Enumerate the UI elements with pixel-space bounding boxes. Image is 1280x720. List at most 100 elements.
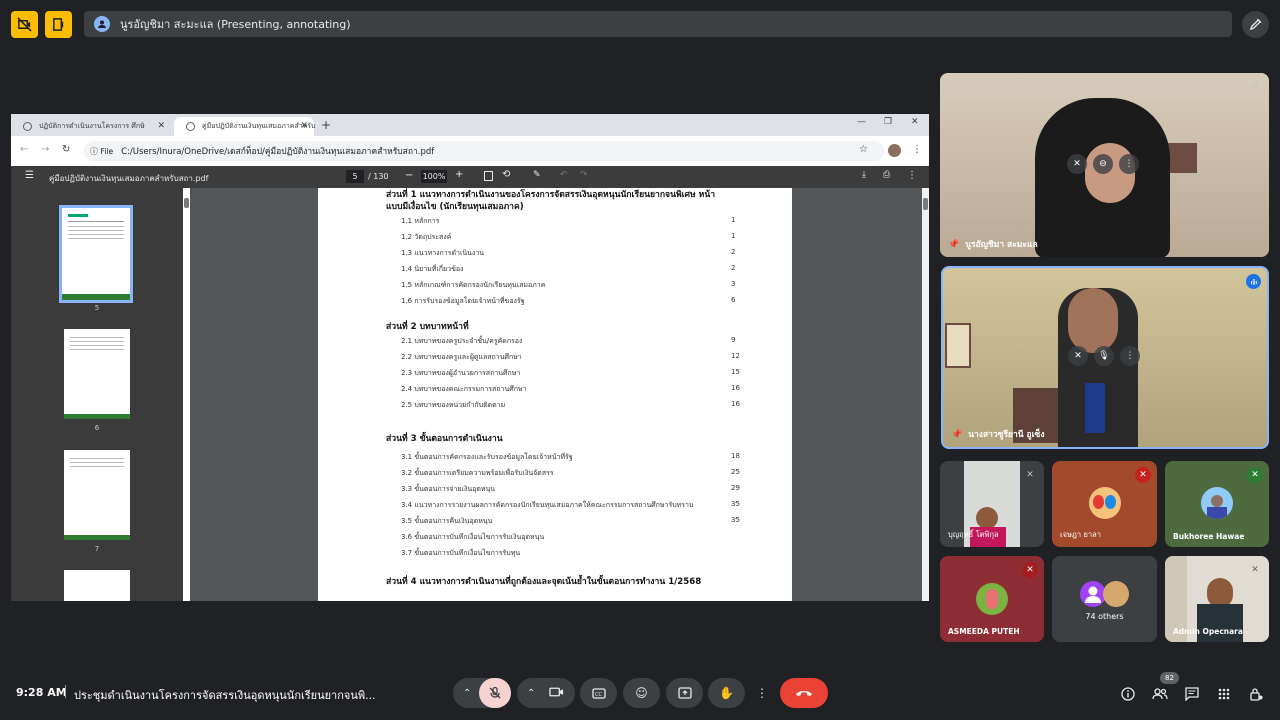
redo-icon[interactable]: ↷	[580, 170, 588, 180]
activities-button[interactable]	[1214, 684, 1234, 704]
annotate-button[interactable]	[1242, 11, 1269, 38]
speaker-video-tile[interactable]: ✕ 🎙 ⋮ 📌 นางสาวซูรียานี อูเซ็ง	[941, 266, 1269, 449]
people-button[interactable]	[1150, 684, 1170, 704]
toc-row: 1.2 วัตถุประสงค์ 1	[401, 232, 736, 241]
download-icon[interactable]: ⤓	[862, 170, 866, 180]
thumbnail-page-8[interactable]	[64, 570, 130, 601]
profile-avatar[interactable]	[888, 144, 901, 157]
mic-icon[interactable]: 🎙	[1094, 346, 1114, 366]
participant-tile[interactable]: ✕ Bukhoree Hawae	[1165, 461, 1269, 547]
reload-icon[interactable]: ↻	[62, 144, 70, 155]
toc-row: 1.6 การรับรองข้อมูลโดยเจ้าหน้าที่ของรัฐ 6	[401, 296, 736, 305]
svg-text:CC: CC	[595, 692, 602, 698]
mic-off-icon: ✕	[1135, 467, 1151, 483]
divider	[65, 685, 66, 698]
restore-icon[interactable]: ❐	[884, 117, 892, 127]
camera-toggle-button[interactable]	[549, 686, 564, 701]
mic-off-icon: ✕	[1022, 562, 1038, 578]
video-off-icon	[17, 17, 32, 32]
others-tile[interactable]: 74 others	[1052, 556, 1157, 642]
lock-person-icon	[1250, 688, 1263, 701]
mic-off-icon: ✕	[1026, 470, 1034, 480]
mic-toggle-button[interactable]	[479, 678, 511, 708]
chat-icon	[1185, 687, 1199, 701]
browser-menu-icon[interactable]: ⋮	[912, 144, 922, 155]
present-button[interactable]	[666, 678, 703, 708]
mic-off-icon: ✕	[1247, 467, 1263, 483]
meeting-title: ประชุมดำเนินงานโครงการจัดสรรเงินอุดหนุนน…	[74, 689, 376, 702]
close-window-icon[interactable]: ✕	[911, 117, 919, 127]
bookmark-star-icon[interactable]: ☆	[859, 144, 868, 155]
toc-row: 1.4 นิยามที่เกี่ยวข้อง 2	[401, 264, 736, 273]
toc-row: 3.3 ขั้นตอนการจ่ายเงินอุดหนุน 29	[401, 484, 740, 493]
toc-row: 3.7 ขั้นตอนการบันทึกเงื่อนไขการรับทุน	[401, 549, 521, 557]
apps-grid-icon	[1218, 688, 1230, 700]
meeting-details-button[interactable]	[1118, 684, 1138, 704]
participant-tile[interactable]: ✕ เจษฎา ยาลา	[1052, 461, 1157, 547]
mic-off-icon: ✕	[1251, 565, 1259, 575]
zoom-in-icon[interactable]: +	[455, 169, 463, 180]
browser-tabstrip: ปฏิบัติการดำเนินงานโครงการ ศึกษิ ✕ คู่มื…	[11, 114, 929, 136]
toc-row: 3.5 ขั้นตอนการคืนเงินอุดหนุน 35	[401, 516, 740, 525]
print-icon[interactable]: ⎙	[883, 170, 890, 180]
browser-tab-active[interactable]: คู่มือปฏิบัติงานเงินทุนเสมอภาคสำหรับ ✕	[174, 117, 316, 136]
raise-hand-button[interactable]: ✋	[708, 678, 745, 708]
new-tab-icon[interactable]: +	[321, 118, 331, 132]
presenter-label: นูรอัญชิมา สะมะแล (Presenting, annotatin…	[120, 18, 351, 31]
thumbnail-scrollbar[interactable]	[183, 188, 190, 601]
participant-name: Admin Opecnara	[1173, 627, 1243, 636]
reactions-button[interactable]: ☺	[623, 678, 660, 708]
hide-self-view-button[interactable]	[11, 11, 38, 38]
remove-icon[interactable]: ⊖	[1093, 154, 1113, 174]
more-options-button[interactable]: ⋮	[751, 678, 773, 708]
more-tile-icon[interactable]: ⋮	[1120, 346, 1140, 366]
thumbnail-label: 6	[94, 424, 100, 432]
leave-call-button[interactable]	[780, 678, 828, 708]
participant-tile[interactable]: ✕ บุญฤทธิ์ โตพิกุล	[940, 461, 1044, 547]
participant-tile[interactable]: ✕ Admin Opecnara	[1165, 556, 1269, 642]
close-tab-icon[interactable]: ✕	[157, 121, 165, 131]
zoom-input[interactable]: 100%	[421, 170, 447, 183]
more-tile-icon[interactable]: ⋮	[1119, 154, 1139, 174]
tab-title: คู่มือปฏิบัติงานเงินทุนเสมอภาคสำหรับ	[202, 122, 316, 130]
thumbnail-page-5[interactable]	[59, 205, 133, 303]
section-title: ส่วนที่ 3 ขั้นตอนการดำเนินงาน	[386, 434, 503, 444]
chat-button[interactable]	[1182, 684, 1202, 704]
thumbnail-page-7[interactable]	[64, 450, 130, 540]
video-options-icon[interactable]: ⌃	[527, 688, 535, 699]
menu-icon[interactable]: ☰	[25, 170, 34, 181]
audio-options-icon[interactable]: ⌃	[463, 688, 471, 699]
host-controls-button[interactable]	[1246, 684, 1266, 704]
participant-name: บุญฤทธิ์ โตพิกุล	[948, 530, 999, 539]
presenter-video-tile[interactable]: 🎙̸ ✕ ⊖ ⋮ 📌 นูรอัญชิมา สะมะแล	[940, 73, 1269, 257]
captions-button[interactable]: CC	[580, 678, 617, 708]
close-tab-icon[interactable]: ✕	[300, 121, 308, 131]
camera-icon	[549, 687, 564, 696]
mute-mic-icon[interactable]: ✕	[1068, 346, 1088, 366]
thumbnail-page-6[interactable]	[64, 329, 130, 419]
participant-name: Bukhoree Hawae	[1173, 532, 1245, 541]
more-options-icon[interactable]: ⋮	[907, 170, 917, 181]
browser-tab[interactable]: ปฏิบัติการดำเนินงานโครงการ ศึกษิ ✕	[11, 117, 171, 136]
globe-icon	[186, 122, 195, 131]
more-vert-icon: ⋮	[756, 686, 768, 700]
avatar	[976, 583, 1008, 615]
participant-tile[interactable]: ✕ ASMEEDA PUTEH	[940, 556, 1044, 642]
layout-button[interactable]	[45, 11, 72, 38]
pen-icon	[1249, 18, 1262, 31]
page-number-input[interactable]: 5	[346, 170, 364, 183]
forward-icon[interactable]: →	[41, 144, 49, 155]
fit-page-icon[interactable]	[484, 171, 493, 181]
undo-icon[interactable]: ↶	[560, 170, 568, 180]
minimize-icon[interactable]: —	[857, 117, 866, 127]
back-icon[interactable]: ←	[20, 144, 28, 155]
zoom-out-icon[interactable]: −	[405, 170, 413, 181]
toc-row: 2.5 บทบาทของหน่วยกำกับติดตาม 16	[401, 400, 740, 409]
annotate-pdf-icon[interactable]: ✎	[533, 170, 541, 180]
address-text: C:/Users/Inura/OneDrive/เดสก์ท็อป/คู่มือ…	[121, 147, 435, 157]
pdf-scrollbar[interactable]	[922, 188, 929, 601]
people-icon	[1152, 688, 1168, 700]
rotate-icon[interactable]: ⟲	[502, 169, 510, 180]
address-bar[interactable]: File C:/Users/Inura/OneDrive/เดสก์ท็อป/ค…	[84, 141, 884, 161]
mute-mic-icon[interactable]: ✕	[1067, 154, 1087, 174]
